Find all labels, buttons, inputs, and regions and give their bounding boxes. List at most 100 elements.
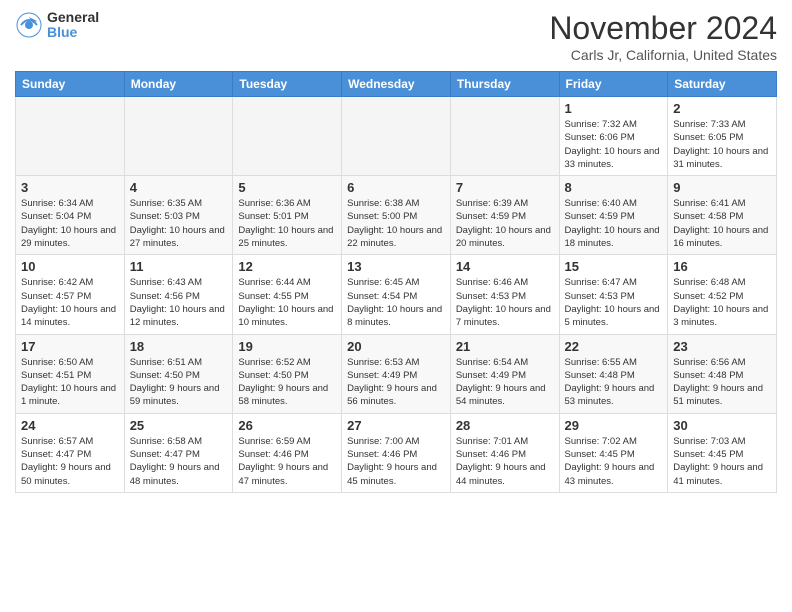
day-detail: Sunrise: 7:32 AMSunset: 6:06 PMDaylight:… — [565, 118, 663, 171]
day-detail: Sunrise: 6:53 AMSunset: 4:49 PMDaylight:… — [347, 356, 445, 409]
day-number: 4 — [130, 180, 228, 195]
logo-general-text: General — [47, 10, 99, 25]
day-number: 20 — [347, 339, 445, 354]
col-header-friday: Friday — [559, 72, 668, 97]
week-row-1: 1 Sunrise: 7:32 AMSunset: 6:06 PMDaylight… — [16, 97, 777, 176]
logo-icon — [15, 11, 43, 39]
day-detail: Sunrise: 6:46 AMSunset: 4:53 PMDaylight:… — [456, 276, 554, 329]
day-detail: Sunrise: 6:40 AMSunset: 4:59 PMDaylight:… — [565, 197, 663, 250]
calendar-cell: 29 Sunrise: 7:02 AMSunset: 4:45 PMDayligh… — [559, 413, 668, 492]
calendar-cell — [233, 97, 342, 176]
calendar-cell: 15Sunrise: 6:47 AMSunset: 4:53 PMDayligh… — [559, 255, 668, 334]
calendar-cell: 22Sunrise: 6:55 AMSunset: 4:48 PMDayligh… — [559, 334, 668, 413]
day-detail: Sunrise: 7:02 AMSunset: 4:45 PMDaylight:… — [565, 435, 663, 488]
day-detail: Sunrise: 6:45 AMSunset: 4:54 PMDaylight:… — [347, 276, 445, 329]
day-detail: Sunrise: 6:44 AMSunset: 4:55 PMDaylight:… — [238, 276, 336, 329]
calendar-cell: 19 Sunrise: 6:52 AMSunset: 4:50 PMDayligh… — [233, 334, 342, 413]
day-number: 29 — [565, 418, 663, 433]
calendar-cell: 5Sunrise: 6:36 AMSunset: 5:01 PMDaylight… — [233, 176, 342, 255]
day-number: 10 — [21, 259, 119, 274]
logo-blue-text: Blue — [47, 25, 99, 40]
calendar-cell: 8 Sunrise: 6:40 AMSunset: 4:59 PMDaylight… — [559, 176, 668, 255]
header: General Blue November 2024 Carls Jr, Cal… — [15, 10, 777, 63]
day-detail: Sunrise: 6:55 AMSunset: 4:48 PMDaylight:… — [565, 356, 663, 409]
day-detail: Sunrise: 6:59 AMSunset: 4:46 PMDaylight:… — [238, 435, 336, 488]
day-detail: Sunrise: 7:33 AMSunset: 6:05 PMDaylight:… — [673, 118, 771, 171]
day-number: 18 — [130, 339, 228, 354]
calendar-cell: 1 Sunrise: 7:32 AMSunset: 6:06 PMDaylight… — [559, 97, 668, 176]
calendar-cell: 10 Sunrise: 6:42 AMSunset: 4:57 PMDayligh… — [16, 255, 125, 334]
logo: General Blue — [15, 10, 99, 41]
month-title: November 2024 — [549, 10, 777, 47]
day-number: 2 — [673, 101, 771, 116]
calendar-table: SundayMondayTuesdayWednesdayThursdayFrid… — [15, 71, 777, 493]
week-row-3: 10 Sunrise: 6:42 AMSunset: 4:57 PMDayligh… — [16, 255, 777, 334]
calendar-cell: 23Sunrise: 6:56 AMSunset: 4:48 PMDayligh… — [668, 334, 777, 413]
col-header-tuesday: Tuesday — [233, 72, 342, 97]
calendar-cell: 9 Sunrise: 6:41 AMSunset: 4:58 PMDaylight… — [668, 176, 777, 255]
day-number: 12 — [238, 259, 336, 274]
calendar-cell: 21 Sunrise: 6:54 AMSunset: 4:49 PMDayligh… — [450, 334, 559, 413]
calendar-cell: 16 Sunrise: 6:48 AMSunset: 4:52 PMDayligh… — [668, 255, 777, 334]
calendar-container: General Blue November 2024 Carls Jr, Cal… — [0, 0, 792, 498]
calendar-cell — [342, 97, 451, 176]
calendar-cell: 13 Sunrise: 6:45 AMSunset: 4:54 PMDayligh… — [342, 255, 451, 334]
day-detail: Sunrise: 6:51 AMSunset: 4:50 PMDaylight:… — [130, 356, 228, 409]
day-detail: Sunrise: 6:41 AMSunset: 4:58 PMDaylight:… — [673, 197, 771, 250]
title-area: November 2024 Carls Jr, California, Unit… — [549, 10, 777, 63]
calendar-cell: 12 Sunrise: 6:44 AMSunset: 4:55 PMDayligh… — [233, 255, 342, 334]
day-detail: Sunrise: 6:56 AMSunset: 4:48 PMDaylight:… — [673, 356, 771, 409]
day-number: 30 — [673, 418, 771, 433]
day-number: 3 — [21, 180, 119, 195]
day-number: 19 — [238, 339, 336, 354]
day-number: 17 — [21, 339, 119, 354]
col-header-wednesday: Wednesday — [342, 72, 451, 97]
days-header-row: SundayMondayTuesdayWednesdayThursdayFrid… — [16, 72, 777, 97]
logo-text: General Blue — [47, 10, 99, 41]
day-detail: Sunrise: 6:42 AMSunset: 4:57 PMDaylight:… — [21, 276, 119, 329]
day-number: 9 — [673, 180, 771, 195]
col-header-monday: Monday — [124, 72, 233, 97]
day-detail: Sunrise: 6:52 AMSunset: 4:50 PMDaylight:… — [238, 356, 336, 409]
day-number: 8 — [565, 180, 663, 195]
calendar-cell: 4Sunrise: 6:35 AMSunset: 5:03 PMDaylight… — [124, 176, 233, 255]
calendar-cell — [450, 97, 559, 176]
day-number: 24 — [21, 418, 119, 433]
day-detail: Sunrise: 6:57 AMSunset: 4:47 PMDaylight:… — [21, 435, 119, 488]
day-detail: Sunrise: 7:01 AMSunset: 4:46 PMDaylight:… — [456, 435, 554, 488]
day-number: 25 — [130, 418, 228, 433]
calendar-cell: 20 Sunrise: 6:53 AMSunset: 4:49 PMDayligh… — [342, 334, 451, 413]
calendar-cell: 25Sunrise: 6:58 AMSunset: 4:47 PMDayligh… — [124, 413, 233, 492]
calendar-cell: 7 Sunrise: 6:39 AMSunset: 4:59 PMDaylight… — [450, 176, 559, 255]
day-number: 27 — [347, 418, 445, 433]
calendar-cell: 30 Sunrise: 7:03 AMSunset: 4:45 PMDayligh… — [668, 413, 777, 492]
week-row-4: 17 Sunrise: 6:50 AMSunset: 4:51 PMDayligh… — [16, 334, 777, 413]
day-number: 5 — [238, 180, 336, 195]
day-number: 1 — [565, 101, 663, 116]
day-number: 7 — [456, 180, 554, 195]
week-row-5: 24 Sunrise: 6:57 AMSunset: 4:47 PMDayligh… — [16, 413, 777, 492]
day-number: 16 — [673, 259, 771, 274]
day-number: 28 — [456, 418, 554, 433]
calendar-cell: 11Sunrise: 6:43 AMSunset: 4:56 PMDayligh… — [124, 255, 233, 334]
day-detail: Sunrise: 6:39 AMSunset: 4:59 PMDaylight:… — [456, 197, 554, 250]
calendar-cell: 17 Sunrise: 6:50 AMSunset: 4:51 PMDayligh… — [16, 334, 125, 413]
day-detail: Sunrise: 6:47 AMSunset: 4:53 PMDaylight:… — [565, 276, 663, 329]
calendar-cell: 18 Sunrise: 6:51 AMSunset: 4:50 PMDayligh… — [124, 334, 233, 413]
location-subtitle: Carls Jr, California, United States — [549, 47, 777, 63]
calendar-cell: 2 Sunrise: 7:33 AMSunset: 6:05 PMDaylight… — [668, 97, 777, 176]
day-number: 11 — [130, 259, 228, 274]
calendar-cell: 28 Sunrise: 7:01 AMSunset: 4:46 PMDayligh… — [450, 413, 559, 492]
day-detail: Sunrise: 7:03 AMSunset: 4:45 PMDaylight:… — [673, 435, 771, 488]
day-detail: Sunrise: 7:00 AMSunset: 4:46 PMDaylight:… — [347, 435, 445, 488]
day-detail: Sunrise: 6:54 AMSunset: 4:49 PMDaylight:… — [456, 356, 554, 409]
calendar-cell — [124, 97, 233, 176]
day-detail: Sunrise: 6:50 AMSunset: 4:51 PMDaylight:… — [21, 356, 119, 409]
calendar-cell: 24 Sunrise: 6:57 AMSunset: 4:47 PMDayligh… — [16, 413, 125, 492]
week-row-2: 3Sunrise: 6:34 AMSunset: 5:04 PMDaylight… — [16, 176, 777, 255]
day-detail: Sunrise: 6:48 AMSunset: 4:52 PMDaylight:… — [673, 276, 771, 329]
calendar-cell: 6Sunrise: 6:38 AMSunset: 5:00 PMDaylight… — [342, 176, 451, 255]
day-number: 21 — [456, 339, 554, 354]
day-number: 13 — [347, 259, 445, 274]
calendar-cell: 3Sunrise: 6:34 AMSunset: 5:04 PMDaylight… — [16, 176, 125, 255]
